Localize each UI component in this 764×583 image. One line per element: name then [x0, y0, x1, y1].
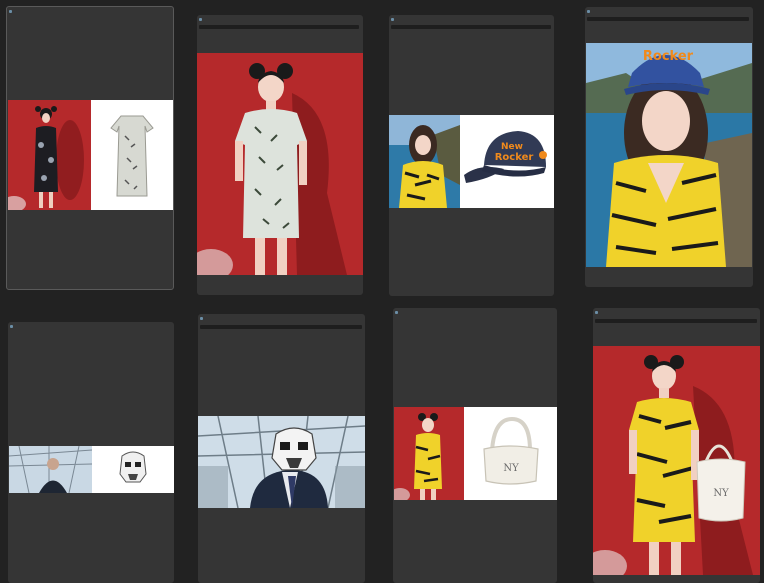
- bag-logo-text: NY: [503, 463, 519, 474]
- node-progress-bar: [391, 25, 551, 29]
- model-yellow-qipao-bag-image: NY: [593, 346, 760, 575]
- node-status-icon: [391, 18, 394, 21]
- model-black-qipao-image: [8, 100, 91, 210]
- product-trooper-helmet-image: [92, 446, 174, 493]
- image-output-node-trooper[interactable]: [198, 314, 365, 583]
- model-yellow-dress-cap-image: Rocker: [586, 43, 752, 267]
- node-status-icon: [595, 311, 598, 314]
- man-in-suit-greenhouse-image: [9, 446, 92, 493]
- node-progress-bar: [199, 25, 359, 29]
- image-output-node-bag[interactable]: NY: [593, 308, 760, 583]
- node-progress-bar: [595, 319, 757, 323]
- node-status-icon: [199, 18, 202, 21]
- product-white-bag-image: NY: [464, 407, 557, 500]
- node-status-icon: [9, 10, 12, 13]
- model-yellow-qipao-image: [394, 407, 464, 500]
- node-status-icon: [395, 311, 398, 314]
- image-compare-node-cap[interactable]: New Rocker: [389, 15, 554, 296]
- image-output-node-cap[interactable]: Rocker: [585, 7, 753, 287]
- node-status-icon: [200, 317, 203, 320]
- node-progress-bar: [200, 325, 362, 329]
- image-compare-node-qipao[interactable]: [6, 6, 174, 290]
- cap-logo-text-line1: New: [501, 142, 523, 152]
- image-compare-node-trooper[interactable]: [8, 322, 174, 583]
- cap-logo-text: Rocker: [643, 49, 694, 64]
- suit-trooper-helmet-image: [198, 416, 365, 508]
- node-status-icon: [587, 10, 590, 13]
- model-yellow-dress-coast-image: [389, 115, 460, 208]
- product-navy-cap-image: New Rocker: [460, 115, 554, 208]
- node-status-icon: [10, 325, 13, 328]
- cap-logo-text-line2: Rocker: [495, 152, 534, 163]
- bag-logo-text: NY: [713, 488, 729, 499]
- image-output-node-qipao[interactable]: [197, 15, 363, 295]
- product-bamboo-qipao-image: [91, 100, 173, 210]
- image-compare-node-bag[interactable]: NY: [393, 308, 557, 583]
- model-white-bamboo-qipao-image: [197, 53, 363, 275]
- node-progress-bar: [587, 17, 749, 21]
